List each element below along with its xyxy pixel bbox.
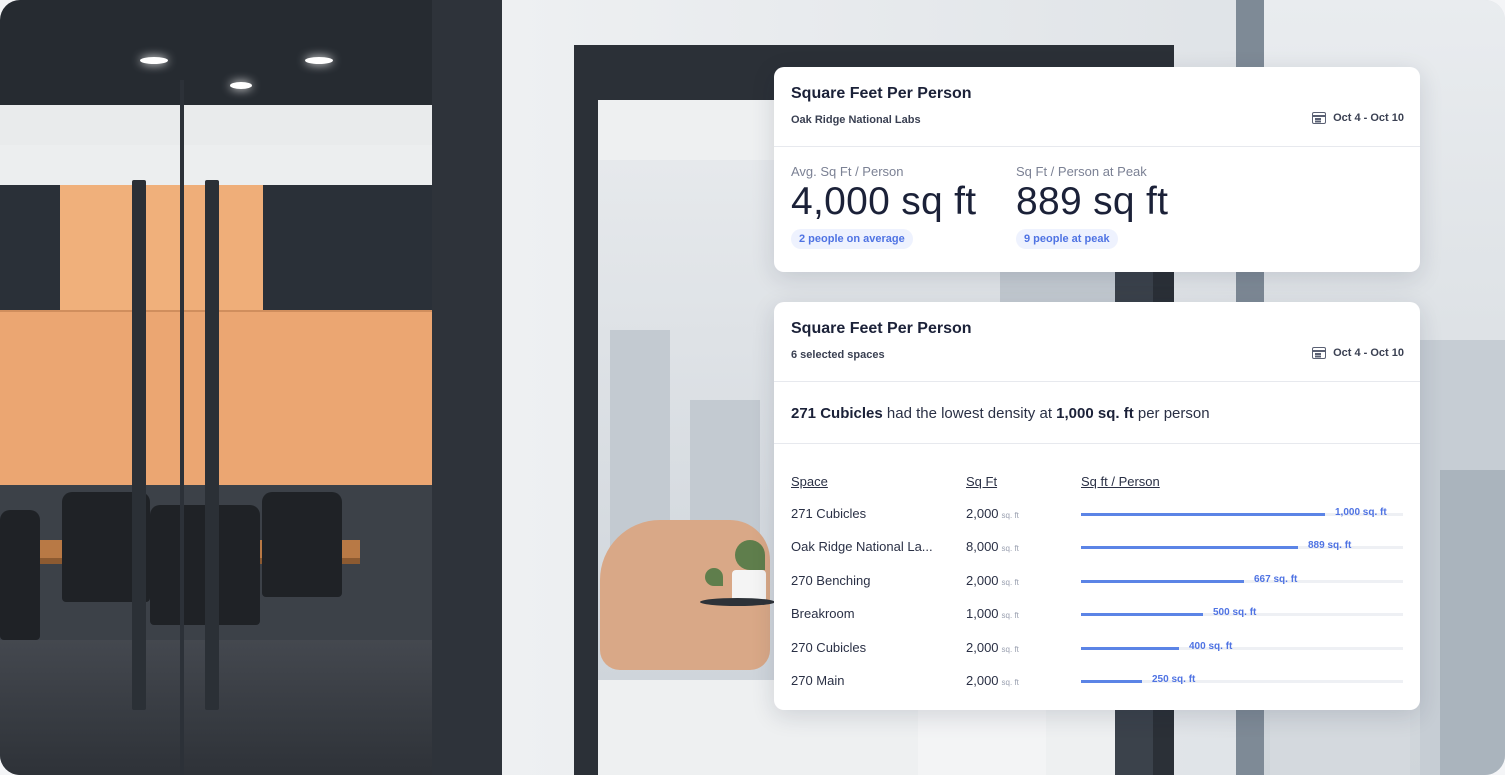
bar-value-label: 400 sq. ft bbox=[1189, 640, 1233, 652]
row-space-name: 270 Main bbox=[791, 673, 845, 688]
column-header-space[interactable]: Space bbox=[791, 474, 828, 489]
date-range-label: Oct 4 - Oct 10 bbox=[1333, 347, 1404, 359]
insight-space: 271 Cubicles bbox=[791, 405, 883, 422]
table-row[interactable]: 270 Benching 2,000 sq. ft 667 sq. ft bbox=[774, 573, 1420, 606]
row-sqft-value: 8,000 bbox=[966, 539, 999, 555]
row-sqft-unit: sq. ft bbox=[1001, 611, 1019, 621]
bar-track: 500 sq. ft bbox=[1081, 607, 1403, 618]
card-subtitle: Oak Ridge National Labs bbox=[791, 114, 921, 126]
row-sqft-unit: sq. ft bbox=[1001, 544, 1019, 554]
sqft-per-person-bar bbox=[1081, 546, 1298, 550]
calendar-icon bbox=[1312, 347, 1327, 359]
table-row[interactable]: Oak Ridge National La... 8,000 sq. ft 889 s… bbox=[774, 539, 1420, 572]
divider bbox=[774, 443, 1420, 444]
metric-label: Sq Ft / Person at Peak bbox=[1016, 164, 1147, 179]
bar-track: 400 sq. ft bbox=[1081, 641, 1403, 652]
metric-label: Avg. Sq Ft / Person bbox=[791, 164, 904, 179]
metric-value: 889 sq ft bbox=[1016, 180, 1169, 223]
insight-value: 1,000 sq. ft bbox=[1056, 405, 1134, 422]
sqft-per-person-bar bbox=[1081, 579, 1244, 583]
table-row[interactable]: 271 Cubicles 2,000 sq. ft 1,000 sq. ft bbox=[774, 506, 1420, 539]
row-sqft: 1,000 sq. ft bbox=[966, 606, 1019, 621]
row-space-name: 271 Cubicles bbox=[791, 506, 867, 521]
row-sqft-value: 2,000 bbox=[966, 506, 999, 521]
metric-badge: 9 people at peak bbox=[1016, 229, 1118, 249]
table-row[interactable]: 270 Main 2,000 sq. ft 250 sq. ft bbox=[774, 673, 1420, 706]
row-sqft-value: 2,000 bbox=[966, 572, 999, 588]
row-sqft: 2,000 sq. ft bbox=[966, 573, 1019, 588]
peak-metric: Sq Ft / Person at Peak 889 sq ft 9 peopl… bbox=[1016, 164, 1168, 249]
insight-middle: had the lowest density at bbox=[882, 405, 1057, 422]
insight-text: 271 Cubicles had the lowest density at 1… bbox=[791, 405, 1210, 422]
row-sqft-value: 2,000 bbox=[966, 673, 999, 688]
divider bbox=[774, 381, 1420, 382]
column-header-sqft-per-person[interactable]: Sq ft / Person bbox=[1081, 474, 1160, 489]
sqft-per-person-summary-card: Square Feet Per Person Oak Ridge Nationa… bbox=[774, 67, 1420, 272]
row-sqft-unit: sq. ft bbox=[1001, 678, 1019, 687]
row-sqft-value: 2,000 bbox=[966, 639, 999, 655]
table-row[interactable]: Breakroom 1,000 sq. ft 500 sq. ft bbox=[774, 606, 1420, 639]
row-sqft: 2,000 sq. ft bbox=[966, 640, 1019, 655]
bar-value-label: 889 sq. ft bbox=[1308, 540, 1352, 552]
card-title: Square Feet Per Person bbox=[791, 85, 972, 102]
sqft-per-person-bar bbox=[1081, 513, 1325, 516]
row-sqft-unit: sq. ft bbox=[1001, 644, 1019, 654]
row-sqft-unit: sq. ft bbox=[1001, 577, 1019, 587]
calendar-icon bbox=[1312, 112, 1327, 124]
bar-value-label: 250 sq. ft bbox=[1152, 674, 1196, 685]
date-range-label: Oct 4 - Oct 10 bbox=[1333, 112, 1404, 124]
metric-value: 4,000 sq ft bbox=[791, 180, 977, 223]
date-range-picker[interactable]: Oct 4 - Oct 10 bbox=[1312, 112, 1404, 124]
row-space-name: Oak Ridge National La... bbox=[791, 539, 933, 555]
divider bbox=[774, 146, 1420, 147]
row-space-name: Breakroom bbox=[791, 606, 855, 622]
row-space-name: 270 Cubicles bbox=[791, 639, 867, 655]
avg-metric: Avg. Sq Ft / Person 4,000 sq ft 2 people… bbox=[791, 164, 976, 249]
sqft-per-person-bar bbox=[1081, 646, 1179, 650]
row-sqft: 8,000 sq. ft bbox=[966, 539, 1019, 554]
bar-track: 250 sq. ft bbox=[1081, 674, 1403, 685]
bar-value-label: 667 sq. ft bbox=[1254, 573, 1298, 585]
sqft-per-person-bar bbox=[1081, 613, 1203, 617]
card-title: Square Feet Per Person bbox=[791, 320, 972, 337]
column-header-sqft[interactable]: Sq Ft bbox=[966, 474, 997, 489]
bar-track: 1,000 sq. ft bbox=[1081, 507, 1403, 518]
card-subtitle: 6 selected spaces bbox=[791, 349, 885, 361]
insight-end: per person bbox=[1133, 405, 1210, 422]
sqft-per-person-breakdown-card: Square Feet Per Person 6 selected spaces… bbox=[774, 302, 1420, 710]
row-space-name: 270 Benching bbox=[791, 572, 871, 588]
table-row[interactable]: 270 Cubicles 2,000 sq. ft 400 sq. ft bbox=[774, 640, 1420, 673]
row-sqft-value: 1,000 bbox=[966, 606, 999, 622]
bar-track: 889 sq. ft bbox=[1081, 540, 1403, 551]
row-sqft: 2,000 sq. ft bbox=[966, 506, 1019, 521]
bar-track: 667 sq. ft bbox=[1081, 574, 1403, 585]
row-sqft: 2,000 sq. ft bbox=[966, 673, 1019, 688]
bar-value-label: 1,000 sq. ft bbox=[1335, 507, 1387, 518]
sqft-per-person-bar bbox=[1081, 680, 1142, 683]
row-sqft-unit: sq. ft bbox=[1001, 511, 1019, 520]
metric-badge: 2 people on average bbox=[791, 229, 913, 249]
bar-value-label: 500 sq. ft bbox=[1213, 607, 1257, 619]
date-range-picker[interactable]: Oct 4 - Oct 10 bbox=[1312, 347, 1404, 359]
